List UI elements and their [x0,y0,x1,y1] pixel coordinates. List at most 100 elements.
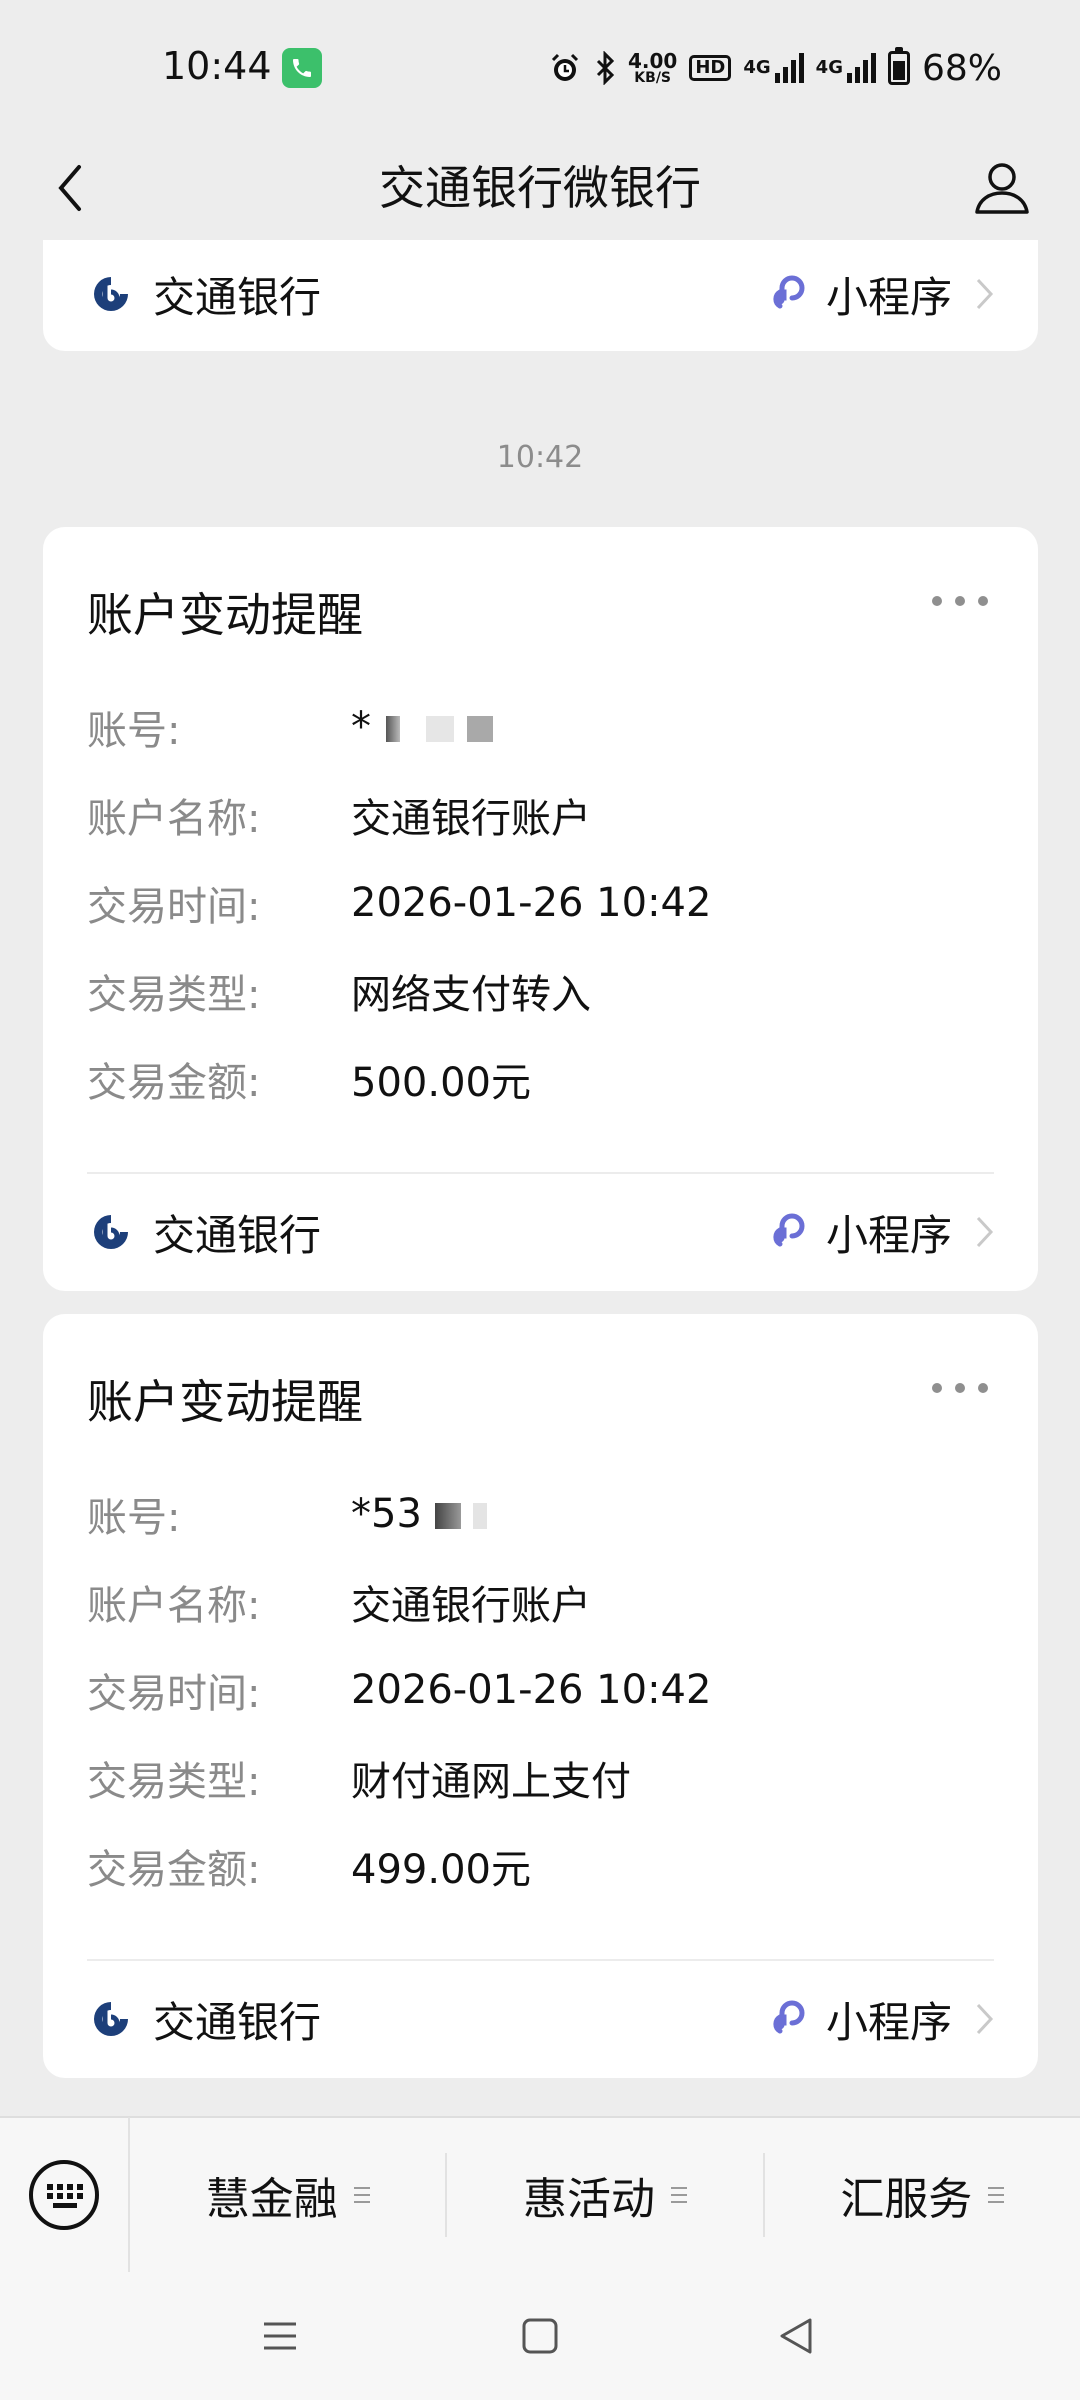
menu-item-finance[interactable]: 慧金融 [130,2153,448,2237]
speed-unit: KB/S [634,70,672,86]
field-value: 2026-01-26 10:42 [351,1667,712,1713]
menu-item-label: 惠活动 [522,2174,655,2225]
field-value: *53 [351,1491,488,1537]
title-bar: 交通银行微银行 [0,136,1080,240]
hd-badge: HD [689,55,732,81]
bluetooth-icon [594,51,616,85]
chevron-left-icon [58,165,81,211]
mini-program-icon [773,275,805,309]
account-value: * [351,704,371,750]
field-transaction-time: 交易时间: 2026-01-26 10:42 [87,1660,994,1720]
battery-icon [887,47,910,85]
signal-2-icon: 4G [816,53,876,83]
bank-name: 交通银行 [153,1997,322,2047]
redacted-mask [473,1503,488,1529]
field-transaction-time: 交易时间: 2026-01-26 10:42 [87,873,994,933]
menu-item-activities[interactable]: 惠活动 [447,2153,765,2237]
mini-program-label: 小程序 [825,272,952,322]
field-transaction-type: 交易类型: 网络支付转入 [87,961,994,1021]
phone-icon [282,48,322,88]
menu-lines-icon [353,2187,370,2203]
status-icons: 4.00 KB/S HD 4G 4G 68% [548,44,1002,92]
field-value: 财付通网上支付 [351,1759,631,1805]
field-label: 交易金额: [87,1060,261,1106]
field-label: 账户名称: [87,796,261,842]
field-value: 499.00元 [351,1847,531,1893]
redacted-mask [385,716,400,742]
back-nav-button[interactable] [766,2306,826,2366]
keyboard-icon [29,2160,99,2230]
back-triangle-icon [780,2318,812,2354]
message-card: 账户变动提醒 账号: *53 账户名称: 交通银行账户 交易时间: 2026-0… [43,1314,1038,2078]
field-value: 2026-01-26 10:42 [351,880,712,926]
field-label: 账号: [87,708,181,754]
menu-lines-icon [670,2187,687,2203]
network-speed: 4.00 KB/S [628,51,677,85]
chevron-right-icon [976,1216,994,1248]
alarm-icon [548,51,582,85]
menu-item-label: 汇服务 [840,2174,973,2225]
bank-name: 交通银行 [153,1210,322,1260]
menu-lines-icon [988,2187,1005,2203]
bank-logo-icon [94,2002,128,2036]
field-label: 账户名称: [87,1583,261,1629]
bank-name: 交通银行 [153,272,322,322]
back-button[interactable] [40,158,100,218]
message-card: 账户变动提醒 账号: * 账户名称: 交通银行账户 交易时间: 2026-01-… [43,527,1038,1291]
field-label: 账号: [87,1495,181,1541]
menu-item-services[interactable]: 汇服务 [765,2153,1080,2237]
account-value: *53 [351,1491,422,1537]
mini-program-link[interactable]: 交通银行 小程序 [43,240,1038,349]
chat-content: 交通银行 小程序 10:42 账户变动提醒 账号: * 账户名称: 交通银行账户 [0,240,1080,2116]
chevron-right-icon [976,2003,994,2035]
profile-button[interactable] [964,150,1040,226]
network-type: 4G [815,57,843,78]
mini-program-icon [773,2000,805,2034]
divider [87,1172,994,1174]
speed-value: 4.00 [627,49,678,73]
more-options-button[interactable] [932,1378,988,1398]
field-label: 交易类型: [87,972,261,1018]
signal-1-icon: 4G [743,53,804,83]
system-navigation-bar [0,2272,1080,2400]
field-account-name: 账户名称: 交通银行账户 [87,1572,994,1632]
menu-icon [264,2322,296,2350]
field-value: 交通银行账户 [351,1583,591,1629]
redacted-mask [434,1503,461,1529]
field-value: 交通银行账户 [351,796,591,842]
mini-program-label: 小程序 [825,1997,952,2047]
redacted-mask [467,716,494,742]
mini-program-link[interactable]: 交通银行 小程序 [43,1177,1038,1287]
card-title: 账户变动提醒 [87,1375,363,1429]
more-options-button[interactable] [932,591,988,611]
bottom-menu: 慧金融 惠活动 汇服务 [0,2116,1080,2273]
field-transaction-amount: 交易金额: 499.00元 [87,1836,994,1896]
home-square-icon [522,2318,558,2354]
menu-item-label: 慧金融 [205,2174,338,2225]
card-title: 账户变动提醒 [87,588,363,642]
top-card: 交通银行 小程序 [43,240,1038,351]
field-label: 交易时间: [87,884,261,930]
status-bar: 10:44 4.00 KB/S HD 4G 4G 68% [0,0,1080,136]
field-value: 500.00元 [351,1060,531,1106]
field-transaction-type: 交易类型: 财付通网上支付 [87,1748,994,1808]
page-title: 交通银行微银行 [379,161,701,215]
keyboard-toggle-button[interactable] [0,2117,130,2273]
user-icon [975,163,1029,214]
bank-logo-icon [94,277,128,311]
field-label: 交易金额: [87,1847,261,1893]
battery-percent: 68% [921,47,1002,89]
recent-apps-button[interactable] [250,2306,310,2366]
mini-program-link[interactable]: 交通银行 小程序 [43,1964,1038,2074]
message-timestamp: 10:42 [496,440,584,475]
field-label: 交易类型: [87,1759,261,1805]
divider [87,1959,994,1961]
redacted-mask [426,716,455,742]
bank-logo-icon [94,1215,128,1249]
home-button[interactable] [510,2306,570,2366]
mini-program-icon [773,1213,805,1247]
field-value: * [351,704,494,750]
field-value: 网络支付转入 [351,972,591,1018]
field-account-name: 账户名称: 交通银行账户 [87,785,994,845]
field-label: 交易时间: [87,1671,261,1717]
